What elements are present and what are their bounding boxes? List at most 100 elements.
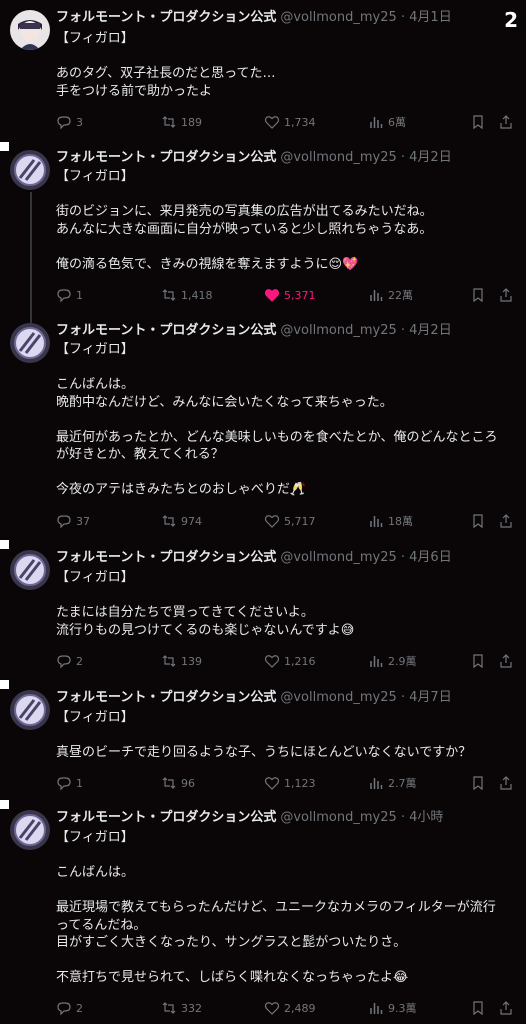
text-line: ってるんだね。 (56, 917, 147, 933)
retweet-count: 1,418 (181, 288, 213, 302)
display-name[interactable]: フォルモーント・プロダクション公式 (56, 10, 276, 25)
reply-button[interactable]: 1 (56, 286, 83, 304)
views-button[interactable]: 2.9萬 (368, 652, 417, 670)
display-name[interactable]: フォルモーント・プロダクション公式 (56, 810, 276, 825)
share-button[interactable] (498, 774, 514, 792)
handle[interactable]: @vollmond_my25 (280, 550, 396, 565)
like-button[interactable]: 1,216 (264, 652, 316, 670)
heart-icon (264, 655, 280, 668)
reply-button[interactable]: 3 (56, 113, 83, 131)
avatar[interactable] (10, 323, 50, 363)
views-button[interactable]: 9.3萬 (368, 999, 417, 1017)
action-bar: 37 974 5,717 18萬 (56, 512, 518, 530)
tweet[interactable]: フォルモーント・プロダクション公式 @vollmond_my25 · 4月1日 【… (0, 0, 526, 140)
tweet[interactable]: フォルモーント・プロダクション公式 @vollmond_my25 · 4月7日 【… (0, 678, 526, 798)
text-line: 手をつける前で助かったよ (56, 83, 213, 99)
retweet-button[interactable]: 139 (161, 652, 202, 670)
timestamp[interactable]: 4月7日 (409, 690, 452, 705)
share-button[interactable] (498, 652, 514, 670)
tweet[interactable]: フォルモーント・プロダクション公式 @vollmond_my25 · 4小時 【フ… (0, 798, 526, 1024)
like-button[interactable]: 2,489 (264, 999, 316, 1017)
bookmark-icon (473, 288, 483, 303)
reply-icon (57, 289, 71, 303)
reply-button[interactable]: 1 (56, 774, 83, 792)
retweet-icon (162, 289, 176, 301)
tweet[interactable]: フォルモーント・プロダクション公式 @vollmond_my25 · 4月6日 【… (0, 538, 526, 678)
tweet-text: 【フィガロ】 たまには自分たちで買ってきてくださいよ。 流行りもの見つけてくるの… (56, 569, 514, 639)
share-button[interactable] (498, 512, 514, 530)
views-icon (370, 1003, 383, 1014)
views-icon (370, 516, 383, 527)
text-line (56, 952, 514, 970)
share-button[interactable] (498, 999, 514, 1017)
text-line: 最近現場で教えてもらったんだけど、ユニークなカメラのフィルターが流行 (56, 900, 496, 915)
avatar[interactable] (10, 550, 50, 590)
reply-button[interactable]: 37 (56, 512, 90, 530)
display-name[interactable]: フォルモーント・プロダクション公式 (56, 690, 276, 705)
avatar[interactable] (10, 150, 50, 190)
share-button[interactable] (498, 113, 514, 131)
bookmark-button[interactable] (470, 999, 486, 1017)
timestamp[interactable]: 4月1日 (409, 10, 452, 25)
tweet-text: 【フィガロ】 あのタグ、双子社長のだと思ってた… 手をつける前で助かったよ (56, 30, 514, 100)
handle[interactable]: @vollmond_my25 (280, 690, 396, 705)
reply-button[interactable]: 2 (56, 652, 83, 670)
retweet-button[interactable]: 96 (161, 774, 195, 792)
thread-marker (0, 540, 9, 549)
reply-count: 2 (76, 1001, 83, 1015)
like-count: 5,717 (284, 514, 316, 528)
heart-icon (264, 1002, 280, 1015)
timestamp[interactable]: 4月2日 (409, 323, 452, 338)
avatar[interactable] (10, 690, 50, 730)
retweet-count: 96 (181, 776, 195, 790)
handle[interactable]: @vollmond_my25 (280, 810, 396, 825)
retweet-icon (162, 515, 176, 527)
text-line (56, 48, 514, 66)
handle[interactable]: @vollmond_my25 (280, 323, 396, 338)
text-line (56, 727, 514, 745)
reply-icon (57, 116, 71, 130)
bookmark-button[interactable] (470, 774, 486, 792)
bookmark-button[interactable] (470, 512, 486, 530)
reply-count: 3 (76, 115, 83, 129)
retweet-icon (162, 655, 176, 667)
tweet[interactable]: フォルモーント・プロダクション公式 @vollmond_my25 · 4月2日 【… (0, 315, 526, 538)
retweet-button[interactable]: 332 (161, 999, 202, 1017)
display-name[interactable]: フォルモーント・プロダクション公式 (56, 323, 276, 338)
like-button[interactable]: 1,734 (264, 113, 316, 131)
like-button[interactable]: 5,371 (264, 286, 316, 304)
bookmark-button[interactable] (470, 286, 486, 304)
retweet-button[interactable]: 1,418 (161, 286, 213, 304)
share-icon (500, 514, 512, 528)
timestamp[interactable]: 4小時 (409, 810, 443, 825)
views-button[interactable]: 22萬 (368, 286, 413, 304)
bookmark-button[interactable] (470, 113, 486, 131)
retweet-button[interactable]: 974 (161, 512, 202, 530)
handle[interactable]: @vollmond_my25 (280, 10, 396, 25)
tweet-text: 【フィガロ】 真昼のビーチで走り回るような子、うちにほとんどいなくないですか？ (56, 709, 514, 762)
tweet[interactable]: フォルモーント・プロダクション公式 @vollmond_my25 · 4月2日 【… (0, 140, 526, 315)
bookmark-button[interactable] (470, 652, 486, 670)
display-name[interactable]: フォルモーント・プロダクション公式 (56, 150, 276, 165)
views-button[interactable]: 2.7萬 (368, 774, 417, 792)
like-button[interactable]: 5,717 (264, 512, 316, 530)
timestamp[interactable]: 4月6日 (409, 550, 452, 565)
like-button[interactable]: 1,123 (264, 774, 316, 792)
views-count: 6萬 (388, 116, 406, 129)
like-count: 5,371 (284, 288, 316, 302)
avatar[interactable] (10, 810, 50, 850)
display-name[interactable]: フォルモーント・プロダクション公式 (56, 550, 276, 565)
reply-button[interactable]: 2 (56, 999, 83, 1017)
avatar[interactable] (10, 10, 50, 50)
share-icon (500, 654, 512, 668)
tweet-text: 【フィガロ】 こんばんは。 最近現場で教えてもらったんだけど、ユニークなカメラの… (56, 829, 514, 987)
timestamp[interactable]: 4月2日 (409, 150, 452, 165)
share-button[interactable] (498, 286, 514, 304)
views-button[interactable]: 18萬 (368, 512, 413, 530)
views-button[interactable]: 6萬 (368, 113, 406, 131)
handle[interactable]: @vollmond_my25 (280, 150, 396, 165)
like-count: 1,216 (284, 654, 316, 668)
retweet-button[interactable]: 189 (161, 113, 202, 131)
bookmark-icon (473, 514, 483, 529)
retweet-icon (162, 777, 176, 789)
